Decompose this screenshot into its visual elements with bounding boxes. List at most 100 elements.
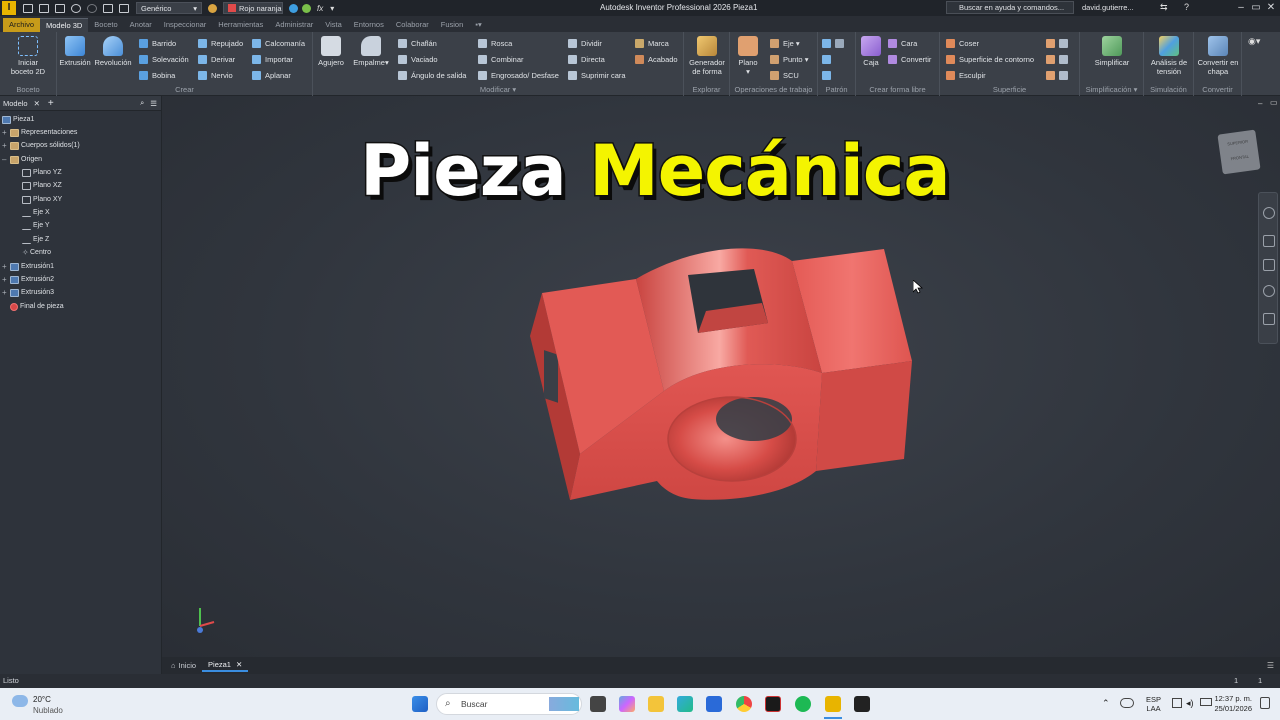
- steering-wheel-icon[interactable]: [1263, 207, 1275, 219]
- fillet-button[interactable]: Empalme▾: [351, 36, 391, 67]
- chrome-icon[interactable]: [736, 696, 752, 712]
- plane-button[interactable]: Plano ▾: [734, 36, 762, 76]
- boundary-patch-button[interactable]: Superficie de contorno: [946, 53, 1034, 65]
- rect-pattern-button[interactable]: [822, 37, 848, 49]
- tree-node-origen[interactable]: – Origen: [2, 153, 42, 166]
- appearance-dropdown[interactable]: Genérico ▾: [136, 2, 202, 14]
- viewport-maximize-icon[interactable]: ▭: [1270, 98, 1278, 107]
- customize-icon[interactable]: ▾: [330, 4, 334, 13]
- notifications-icon[interactable]: [1260, 697, 1270, 709]
- tree-node-plano-xz[interactable]: Plano XZ: [22, 179, 62, 192]
- start-sketch-button[interactable]: Iniciar boceto 2D: [6, 36, 50, 76]
- appearance-icon[interactable]: [289, 3, 298, 13]
- surface-tool-3-button[interactable]: [1046, 69, 1072, 81]
- cart-icon[interactable]: ⇆: [1160, 2, 1168, 13]
- tree-node-eje-z[interactable]: Eje Z: [22, 233, 49, 246]
- draft-button[interactable]: Ángulo de salida: [398, 69, 466, 81]
- select-icon[interactable]: [119, 3, 129, 13]
- tab-herramientas[interactable]: Herramientas: [212, 18, 269, 32]
- convert-sheet-metal-button[interactable]: Convertir en chapa: [1196, 36, 1240, 76]
- zoom-icon[interactable]: [1263, 259, 1275, 271]
- sketch-pattern-button[interactable]: [822, 69, 835, 81]
- tree-node-eje-x[interactable]: Eje X: [22, 206, 50, 219]
- tab-inicio[interactable]: ⌂ Inicio: [165, 659, 202, 672]
- taskbar-search-input[interactable]: ⌕ Buscar: [436, 693, 582, 715]
- mechanical-part-model[interactable]: [522, 241, 922, 511]
- store-icon[interactable]: [706, 696, 722, 712]
- task-view-icon[interactable]: [590, 696, 606, 712]
- tree-node-cuerpos[interactable]: + Cuerpos sólidos(1): [2, 139, 80, 152]
- tree-node-extrusion1[interactable]: + Extrusión1: [2, 260, 54, 273]
- expand-icon[interactable]: +: [2, 262, 10, 271]
- delete-face-button[interactable]: Suprimir cara: [568, 69, 626, 81]
- hole-button[interactable]: Agujero: [315, 36, 347, 67]
- inventor-taskbar-icon[interactable]: [825, 696, 841, 712]
- tree-node-centro[interactable]: ✧ Centro: [22, 246, 51, 259]
- add-browser-tab-icon[interactable]: +: [48, 98, 54, 109]
- finish-button[interactable]: Acabado: [635, 53, 678, 65]
- point-button[interactable]: Punto ▾: [770, 53, 808, 65]
- thicken-button[interactable]: Engrosado/ Desfase: [478, 69, 559, 81]
- tree-node-eje-y[interactable]: Eje Y: [22, 219, 50, 232]
- tab-modelo-3d[interactable]: Modelo 3D: [40, 18, 89, 32]
- ucs-button[interactable]: SCU: [770, 69, 799, 81]
- battery-icon[interactable]: [1200, 698, 1212, 706]
- viewport-minimize-icon[interactable]: –: [1258, 99, 1262, 108]
- undo-icon[interactable]: [71, 3, 81, 13]
- sweep-button[interactable]: Barrido: [139, 37, 176, 49]
- ribbon-options-icon[interactable]: ◉▾: [1248, 36, 1260, 47]
- ruled-surface-icon[interactable]: [1059, 70, 1068, 80]
- face-button[interactable]: Cara: [888, 37, 917, 49]
- expand-icon[interactable]: +: [2, 288, 10, 297]
- tab-vista[interactable]: Vista: [319, 18, 348, 32]
- mirror-icon[interactable]: [835, 38, 844, 48]
- close-icon[interactable]: ✕: [1264, 1, 1278, 15]
- spotify-icon[interactable]: [795, 696, 811, 712]
- expand-icon[interactable]: +: [2, 128, 10, 137]
- tree-node-pieza1[interactable]: Pieza1: [2, 113, 34, 126]
- expand-icon[interactable]: +: [2, 275, 10, 284]
- import-button[interactable]: Importar: [252, 53, 293, 65]
- tab-menu-icon[interactable]: ☰: [1267, 661, 1274, 670]
- thread-button[interactable]: Rosca: [478, 37, 512, 49]
- function-icon[interactable]: fx: [317, 4, 323, 13]
- direct-button[interactable]: Directa: [568, 53, 605, 65]
- tree-node-plano-yz[interactable]: Plano YZ: [22, 166, 62, 179]
- weather-icon[interactable]: [12, 695, 28, 707]
- unwrap-button[interactable]: Aplanar: [252, 69, 291, 81]
- simplify-button[interactable]: Simplificar: [1088, 36, 1136, 67]
- copilot-icon[interactable]: [619, 696, 635, 712]
- rib-button[interactable]: Nervio: [198, 69, 233, 81]
- stitch-button[interactable]: Coser: [946, 37, 979, 49]
- axis-button[interactable]: Eje ▾: [770, 37, 800, 49]
- help-search-input[interactable]: Buscar en ayuda y comandos...: [946, 1, 1074, 14]
- new-file-icon[interactable]: [23, 3, 33, 13]
- edge-icon[interactable]: [677, 696, 693, 712]
- tree-node-extrusion2[interactable]: + Extrusión2: [2, 273, 54, 286]
- show-hidden-icon[interactable]: ⌃: [1102, 698, 1110, 709]
- tab-pieza1[interactable]: Pieza1 ✕: [202, 659, 249, 672]
- surface-tool-2-button[interactable]: [1046, 53, 1072, 65]
- clear-appearance-icon[interactable]: [302, 3, 311, 13]
- shell-button[interactable]: Vaciado: [398, 53, 438, 65]
- tree-node-representaciones[interactable]: + Representaciones: [2, 126, 77, 139]
- expand-icon[interactable]: +: [2, 141, 10, 150]
- network-icon[interactable]: [1172, 698, 1182, 708]
- sculpt-button[interactable]: Esculpir: [946, 69, 986, 81]
- orbit-icon[interactable]: [1263, 285, 1275, 297]
- tab-archivo[interactable]: Archivo: [3, 18, 41, 32]
- revolution-button[interactable]: Revolución: [93, 36, 133, 67]
- browser-search-icon[interactable]: ⌕: [140, 98, 144, 108]
- volume-icon[interactable]: ◂): [1186, 698, 1194, 709]
- tree-node-final-pieza[interactable]: Final de pieza: [10, 300, 64, 313]
- clock[interactable]: 12:37 p. m. 25/01/2026: [1212, 694, 1252, 714]
- viewcube[interactable]: SUPERIOR FRONTAL: [1217, 129, 1261, 175]
- browser-tab-modelo[interactable]: Modelo: [3, 99, 28, 108]
- tree-node-extrusion3[interactable]: + Extrusión3: [2, 286, 54, 299]
- stress-analysis-button[interactable]: Análisis de tensión: [1147, 36, 1191, 76]
- circ-pattern-button[interactable]: [822, 53, 835, 65]
- extrusion-button[interactable]: Extrusión: [59, 36, 91, 67]
- tab-entornos[interactable]: Entornos: [348, 18, 390, 32]
- redo-icon[interactable]: [87, 3, 97, 13]
- minimize-icon[interactable]: –: [1234, 1, 1248, 15]
